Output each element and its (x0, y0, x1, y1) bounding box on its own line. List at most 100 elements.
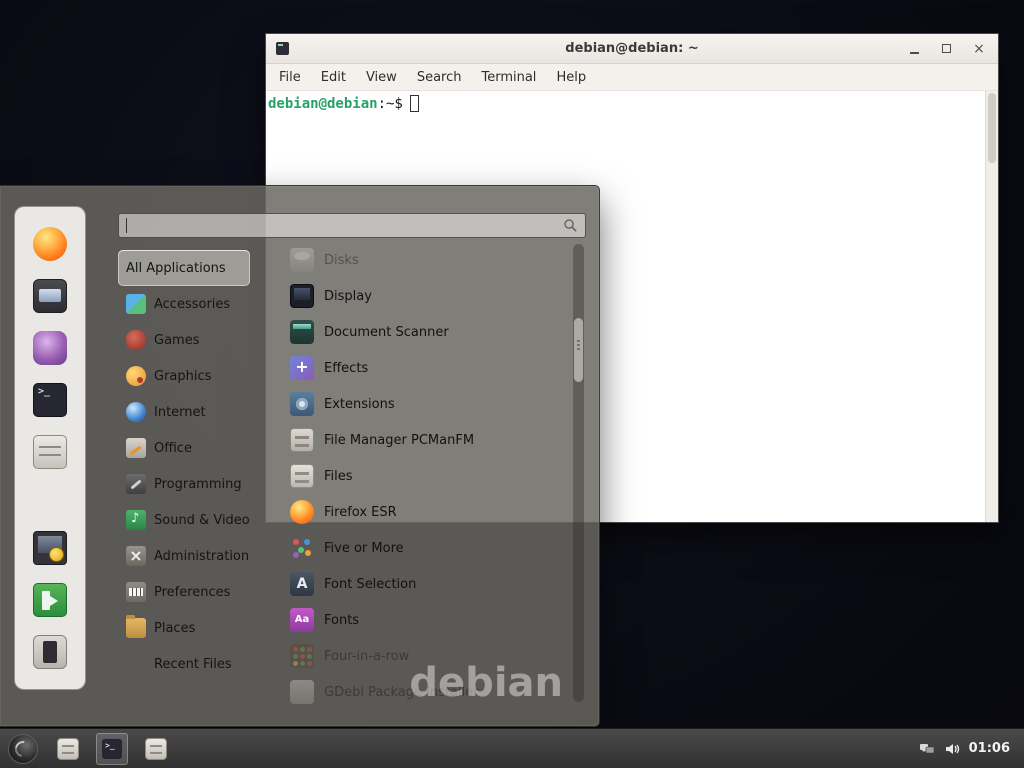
taskbar: 01:06 (0, 728, 1024, 768)
category-item[interactable]: Recent Files (118, 646, 250, 682)
application-item[interactable]: GDebi Package Installer (284, 674, 570, 704)
terminal-cursor (410, 95, 419, 112)
taskbar-files-button[interactable] (140, 733, 172, 765)
terminal-menu-item[interactable]: File (270, 67, 310, 88)
terminal-menubar: FileEditViewSearchTerminalHelp (266, 64, 998, 91)
menu-button-icon (12, 737, 34, 759)
category-icon (126, 582, 146, 602)
favorite-app-button[interactable] (33, 331, 67, 365)
application-icon (290, 572, 314, 596)
terminal-menu-item[interactable]: Edit (312, 67, 355, 88)
category-label: Preferences (154, 585, 230, 600)
application-label: Font Selection (324, 577, 416, 592)
terminal-scrollbar-thumb[interactable] (988, 93, 996, 163)
terminal-menu-item[interactable]: Terminal (472, 67, 545, 88)
application-icon (290, 536, 314, 560)
taskbar-terminal-button[interactable] (96, 733, 128, 765)
system-tray: 01:06 (919, 741, 1018, 757)
session-button[interactable] (33, 531, 67, 565)
menu-button[interactable] (8, 734, 38, 764)
minimize-icon (910, 52, 919, 54)
category-label: Places (154, 621, 195, 636)
application-icon (290, 356, 314, 380)
session-button[interactable] (33, 635, 67, 669)
menu-scrollbar[interactable] (573, 244, 584, 702)
application-item[interactable]: Fonts (284, 602, 570, 638)
favorite-apps (33, 227, 67, 469)
application-label: Extensions (324, 397, 395, 412)
terminal-title: debian@debian: ~ (266, 41, 998, 56)
minimize-button[interactable] (906, 40, 924, 58)
category-item[interactable]: Administration (118, 538, 250, 574)
category-item[interactable]: Graphics (118, 358, 250, 394)
category-item[interactable]: Games (118, 322, 250, 358)
close-button[interactable]: × (970, 40, 988, 58)
prompt-path: :~$ (378, 96, 403, 112)
category-label: Programming (154, 477, 242, 492)
search-bar[interactable] (118, 213, 586, 238)
application-label: Five or More (324, 541, 404, 556)
application-item[interactable]: Five or More (284, 530, 570, 566)
application-item[interactable]: Files (284, 458, 570, 494)
session-button[interactable] (33, 583, 67, 617)
session-buttons (33, 531, 67, 669)
application-label: Fonts (324, 613, 359, 628)
favorite-app-button[interactable] (33, 227, 67, 261)
category-icon (126, 330, 146, 350)
menu-scrollbar-thumb[interactable] (574, 318, 583, 382)
maximize-button[interactable] (938, 40, 956, 58)
category-icon (126, 438, 146, 458)
application-label: File Manager PCManFM (324, 433, 474, 448)
application-label: GDebi Package Installer (324, 685, 479, 700)
category-icon (126, 510, 146, 530)
application-item[interactable]: Firefox ESR (284, 494, 570, 530)
category-icon (126, 402, 146, 422)
application-item[interactable]: Display (284, 278, 570, 314)
application-icon (290, 644, 314, 668)
category-item[interactable]: All Applications (118, 250, 250, 286)
terminal-icon (101, 738, 123, 760)
application-label: Disks (324, 253, 359, 268)
category-icon (126, 618, 146, 638)
favorite-app-button[interactable] (33, 279, 67, 313)
taskbar-filemanager-button[interactable] (52, 733, 84, 765)
application-label: Display (324, 289, 372, 304)
application-item[interactable]: Four-in-a-row (284, 638, 570, 674)
application-label: Firefox ESR (324, 505, 397, 520)
application-icon (290, 500, 314, 524)
favorites-sidebar (14, 206, 86, 690)
terminal-menu-item[interactable]: Search (408, 67, 471, 88)
application-item[interactable]: Document Scanner (284, 314, 570, 350)
application-icon (290, 464, 314, 488)
terminal-menu-item[interactable]: Help (547, 67, 595, 88)
application-item[interactable]: Extensions (284, 386, 570, 422)
application-icon (290, 680, 314, 704)
category-item[interactable]: Programming (118, 466, 250, 502)
application-icon (290, 284, 314, 308)
favorite-app-button[interactable] (33, 435, 67, 469)
category-label: Sound & Video (154, 513, 250, 528)
category-item[interactable]: Sound & Video (118, 502, 250, 538)
application-item[interactable]: Disks (284, 242, 570, 278)
category-item[interactable]: Places (118, 610, 250, 646)
clock[interactable]: 01:06 (969, 741, 1010, 756)
terminal-menu-item[interactable]: View (357, 67, 406, 88)
prompt-user: debian@debian (268, 96, 378, 112)
application-icon (290, 320, 314, 344)
category-item[interactable]: Preferences (118, 574, 250, 610)
volume-icon[interactable] (944, 741, 960, 757)
favorite-app-button[interactable] (33, 383, 67, 417)
search-input[interactable] (127, 214, 563, 237)
category-icon (126, 294, 146, 314)
application-item[interactable]: File Manager PCManFM (284, 422, 570, 458)
category-item[interactable]: Office (118, 430, 250, 466)
category-item[interactable]: Accessories (118, 286, 250, 322)
application-item[interactable]: Font Selection (284, 566, 570, 602)
network-icon[interactable] (919, 741, 935, 757)
category-item[interactable]: Internet (118, 394, 250, 430)
application-icon (290, 248, 314, 272)
category-list: All Applications Accessories Games Graph… (118, 250, 250, 682)
terminal-scrollbar[interactable] (985, 91, 998, 522)
application-item[interactable]: Effects (284, 350, 570, 386)
terminal-titlebar[interactable]: debian@debian: ~ × (266, 34, 998, 64)
